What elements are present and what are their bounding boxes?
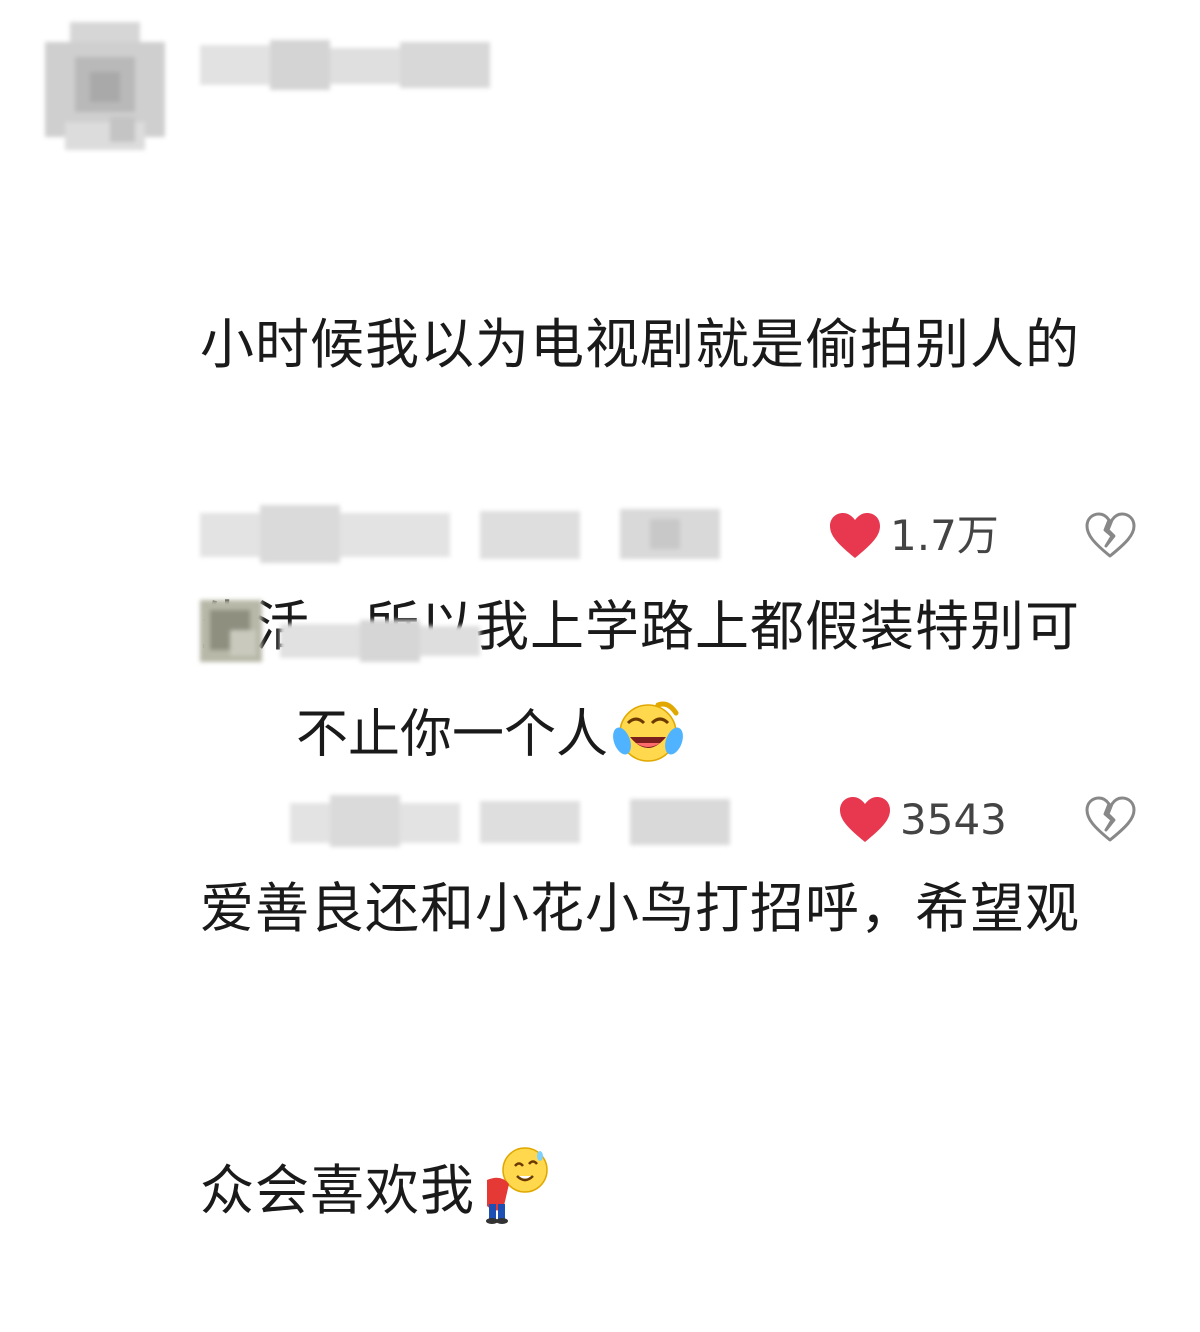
comment-line-text: 众会喜欢我 (200, 1159, 475, 1222)
reply-text: 不止你一个人 (296, 705, 609, 765)
broken-heart-icon[interactable] (1084, 796, 1136, 844)
heart-icon[interactable] (828, 512, 882, 560)
comment-line: 爱善良还和小花小鸟打招呼，希望观 (200, 877, 1080, 940)
avatar[interactable] (40, 22, 170, 152)
comment-thread: { "comment": { "text_line1": "小时候我以为电视剧就… (0, 0, 1200, 1224)
reply-meta[interactable] (290, 795, 730, 847)
reply-body: 不止你一个人 (296, 701, 684, 765)
comment-line: 众会喜欢我 (200, 1144, 1180, 1238)
username[interactable] (200, 40, 490, 90)
reply-username[interactable] (280, 620, 480, 662)
comment-meta[interactable] (200, 505, 720, 563)
broken-heart-icon[interactable] (1084, 512, 1136, 560)
crying-laughing-face-emoji (613, 701, 683, 762)
like-count: 3543 (900, 795, 1007, 844)
bowing-face-emoji (486, 1147, 548, 1224)
like-count: 1.7万 (890, 511, 999, 560)
reply-avatar[interactable] (200, 600, 262, 662)
heart-icon[interactable] (838, 796, 892, 844)
comment-line: 小时候我以为电视剧就是偷拍别人的 (200, 313, 1080, 376)
